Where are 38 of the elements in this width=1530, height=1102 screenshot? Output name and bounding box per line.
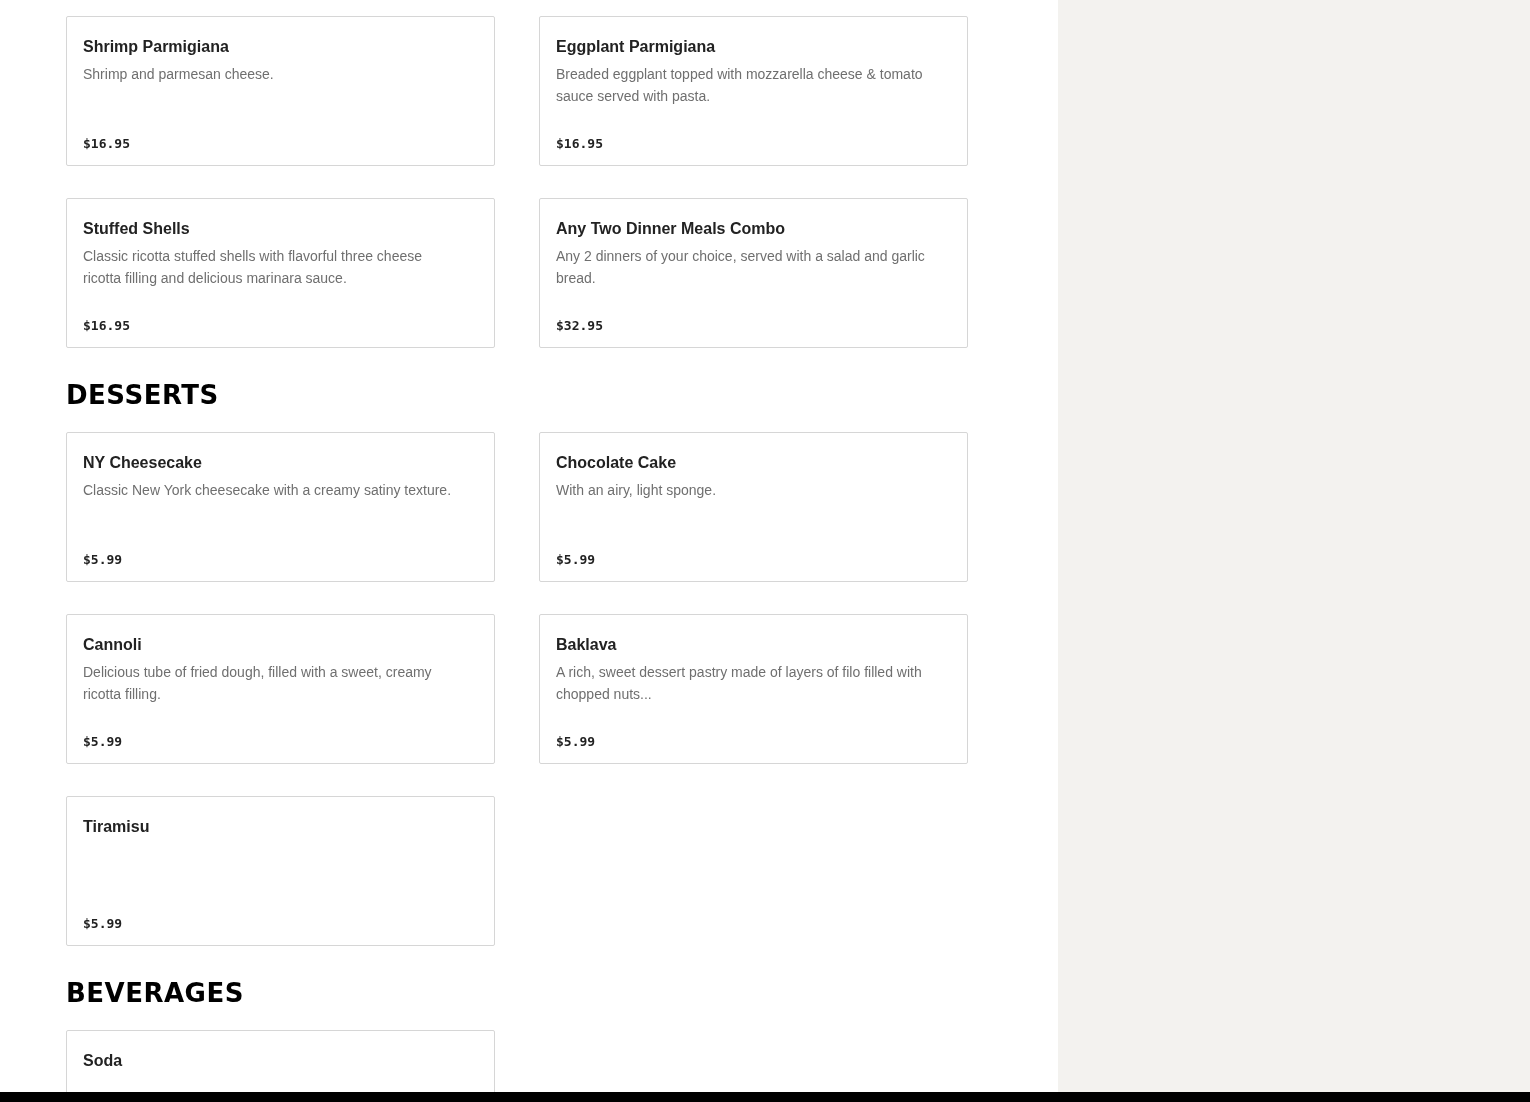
item-name: Cannoli <box>83 635 143 655</box>
item-description: Shrimp and parmesan cheese. <box>83 65 275 84</box>
item-price: $5.99 <box>83 732 124 751</box>
item-description: Breaded eggplant topped with mozzarella cheese & tomato sauce served with pasta. <box>556 65 924 106</box>
item-name: Stuffed Shells <box>83 219 191 239</box>
item-name: Any Two Dinner Meals Combo <box>556 219 787 239</box>
menu-item-card[interactable]: Shrimp Parmigiana Shrimp and parmesan cheese. $16.95 <box>66 16 495 166</box>
item-price: $5.99 <box>556 550 597 569</box>
menu-item-card[interactable]: Cannoli Delicious tube of fried dough, filled with a sweet, creamy ricotta filling. $5.99 <box>66 614 495 764</box>
item-description: A rich, sweet dessert pastry made of layers of filo filled with chopped nuts... <box>556 663 923 704</box>
section-heading: DESSERTS <box>66 382 220 408</box>
item-price: $32.95 <box>556 316 604 335</box>
menu-item-card[interactable]: Stuffed Shells Classic ricotta stuffed shells with flavorful three cheese ricotta filling and delicious marinara sauce. $16.95 <box>66 198 495 348</box>
item-name: Baklava <box>556 635 618 655</box>
menu-item-card[interactable]: Tiramisu $5.99 <box>66 796 495 946</box>
item-description: Delicious tube of fried dough, filled with a sweet, creamy ricotta filling. <box>83 663 433 704</box>
item-price: $16.95 <box>83 316 131 335</box>
item-price: $16.95 <box>83 134 131 153</box>
menu-item-card[interactable]: Any Two Dinner Meals Combo Any 2 dinners of your choice, served with a salad and garlic bread. $32.95 <box>539 198 968 348</box>
item-price: $5.99 <box>83 550 124 569</box>
item-name: Chocolate Cake <box>556 453 678 473</box>
item-name: Tiramisu <box>83 817 151 837</box>
item-name: Eggplant Parmigiana <box>556 37 717 57</box>
menu-item-card[interactable]: NY Cheesecake Classic New York cheesecake with a creamy satiny texture. $5.99 <box>66 432 495 582</box>
item-description: With an airy, light sponge. <box>556 481 718 500</box>
item-price: $5.99 <box>556 732 597 751</box>
menu-item-card[interactable]: Eggplant Parmigiana Breaded eggplant topped with mozzarella cheese & tomato sauce served with pasta. $16.95 <box>539 16 968 166</box>
item-price: $5.99 <box>83 914 124 933</box>
item-name: NY Cheesecake <box>83 453 203 473</box>
menu-item-card[interactable]: Baklava A rich, sweet dessert pastry made of layers of filo filled with chopped nuts... $5.99 <box>539 614 968 764</box>
item-name: Shrimp Parmigiana <box>83 37 230 57</box>
item-description: Classic ricotta stuffed shells with flavorful three cheese ricotta filling and delicious marinara sauce. <box>83 247 423 288</box>
item-description: Classic New York cheesecake with a creamy satiny texture. <box>83 481 453 500</box>
item-description: Any 2 dinners of your choice, served with a salad and garlic bread. <box>556 247 926 288</box>
item-price: $16.95 <box>556 134 604 153</box>
menu-item-card[interactable]: Chocolate Cake With an airy, light sponge. $5.99 <box>539 432 968 582</box>
section-heading: BEVERAGES <box>66 980 245 1006</box>
item-name: Soda <box>83 1051 124 1071</box>
